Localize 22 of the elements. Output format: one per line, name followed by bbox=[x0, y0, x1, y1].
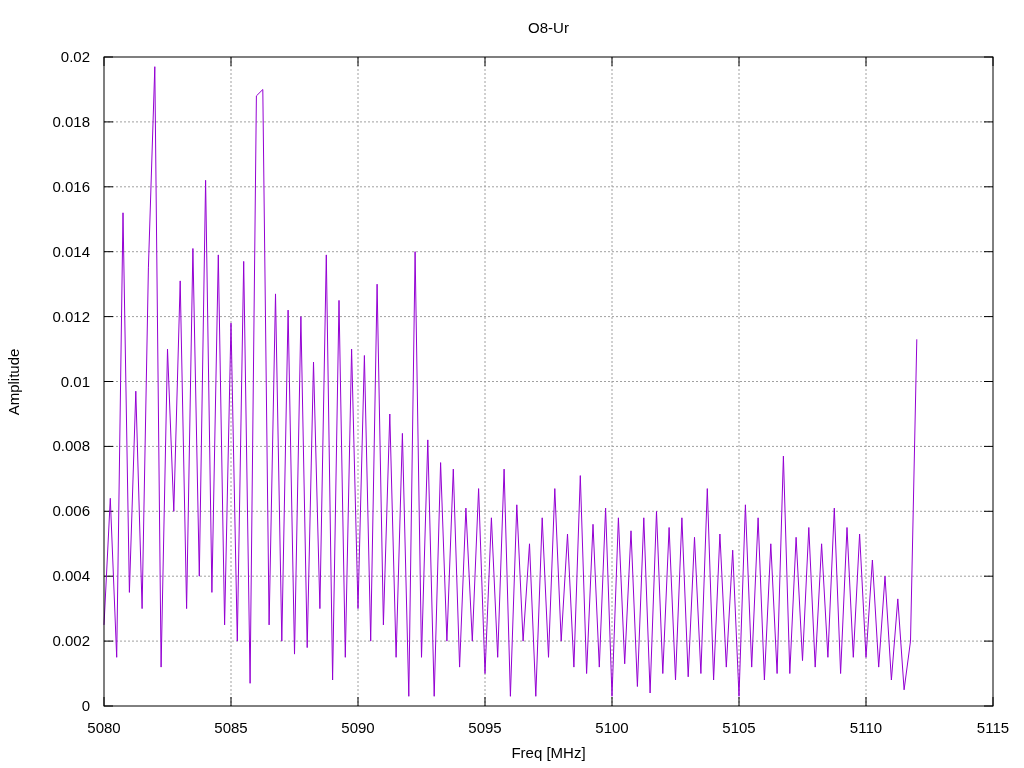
tick-label: 0 bbox=[81, 697, 90, 714]
tick-label: 0.01 bbox=[60, 372, 90, 390]
tick-label: 0.006 bbox=[52, 502, 90, 520]
tick-label: 0.016 bbox=[52, 177, 90, 195]
tick-label: 0.014 bbox=[52, 242, 90, 260]
axis-label: Amplitude bbox=[5, 348, 22, 416]
tick-label: 5100 bbox=[595, 719, 629, 736]
tick-label: 5080 bbox=[87, 719, 121, 736]
tick-label: 5115 bbox=[976, 719, 1010, 736]
tick-label: 0.02 bbox=[60, 48, 90, 65]
plot-title: O8-Ur bbox=[528, 19, 569, 36]
tick-label: 0.002 bbox=[52, 632, 90, 650]
tick-label: 5095 bbox=[468, 719, 502, 736]
tick-label: 5085 bbox=[214, 719, 248, 736]
tick-label: 5105 bbox=[722, 719, 756, 736]
tick-label: 5090 bbox=[341, 719, 375, 736]
tick-label: 0.018 bbox=[52, 112, 90, 130]
tick-label: 0.012 bbox=[52, 307, 90, 325]
tick-label: 0.008 bbox=[52, 437, 90, 455]
tick-label: 0.004 bbox=[52, 567, 90, 585]
axis-label: Freq [MHz] bbox=[511, 744, 586, 761]
tick-label: 5110 bbox=[849, 719, 883, 736]
